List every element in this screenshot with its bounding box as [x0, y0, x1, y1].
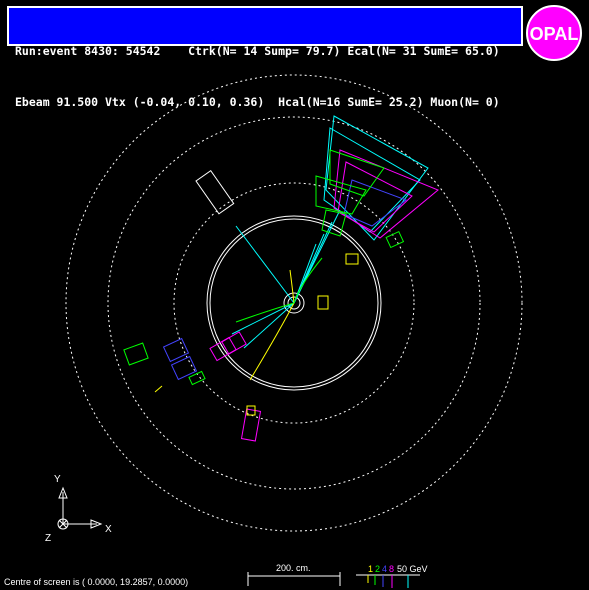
- hcal-tower: [337, 161, 413, 233]
- lowE-block: [345, 253, 359, 265]
- lowE-mark: [154, 385, 163, 393]
- energy-label-8: 8: [389, 564, 394, 574]
- x-axis-label: X: [105, 524, 112, 535]
- scale-bar: [247, 572, 341, 586]
- track-line: [243, 302, 295, 349]
- y-axis-label: Y: [54, 474, 61, 485]
- ecal-block: [385, 230, 405, 249]
- event-display: Y X Z 200. cm. 1 2 4 8 50 GeV: [45, 74, 523, 588]
- tracks: [231, 209, 341, 381]
- axes-indicator: [57, 486, 103, 530]
- hcal-block: [240, 408, 262, 442]
- z-axis-label: Z: [45, 533, 51, 544]
- screen-centre-readout: Centre of screen is ( 0.0000, 19.2857, 0…: [4, 577, 189, 587]
- track-line: [231, 302, 295, 335]
- calorimeter-cluster-bottom: [240, 405, 262, 442]
- energy-label-2: 2: [375, 564, 380, 574]
- energy-label-50gev: 50 GeV: [397, 564, 428, 574]
- calorimeter-cluster-main: [315, 115, 439, 310]
- energy-label-4: 4: [382, 564, 387, 574]
- track-line: [235, 225, 295, 304]
- scale-bar-label: 200. cm.: [276, 563, 311, 573]
- energy-label-1: 1: [368, 564, 373, 574]
- energy-scale: [356, 574, 420, 588]
- magnet-pole-tip: [195, 169, 235, 215]
- lowE-block: [317, 295, 329, 310]
- calorimeter-cluster-left: [123, 331, 247, 393]
- hcal-block: [209, 336, 237, 362]
- hcal-block: [162, 337, 190, 363]
- ecal-block: [123, 342, 149, 366]
